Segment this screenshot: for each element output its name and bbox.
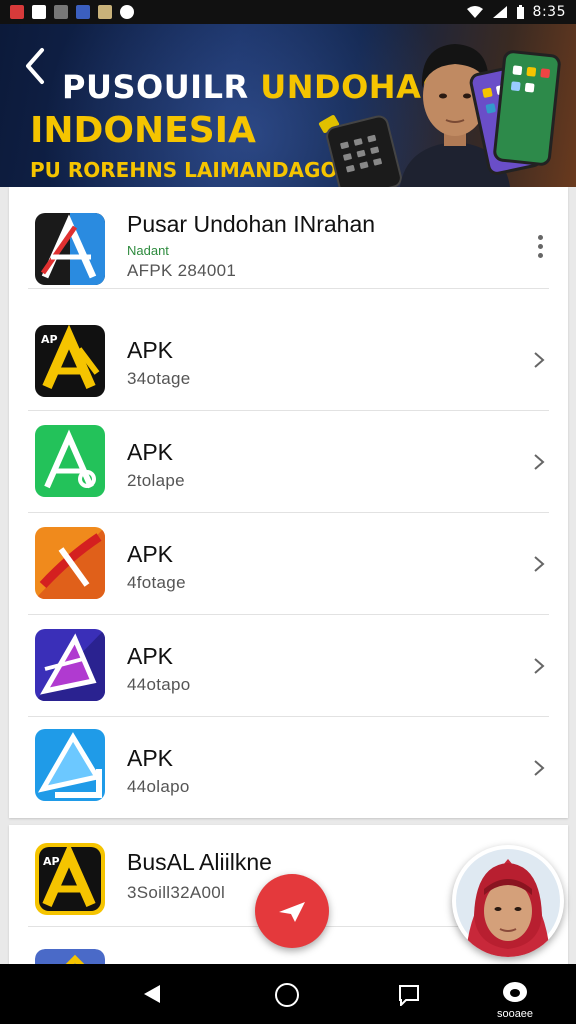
person-photo	[456, 849, 560, 957]
chevron-right-icon[interactable]	[532, 351, 546, 369]
phone-image	[492, 49, 562, 167]
app-title: APK	[127, 439, 174, 465]
app-meta: 4fotage	[127, 573, 186, 592]
list-item[interactable]: APK 2tolape	[9, 411, 568, 513]
notification-icons	[10, 5, 134, 19]
back-arrow-icon[interactable]	[20, 46, 50, 86]
list-item[interactable]: Pusar Undohan INrahan Nadant AFPK 284001	[9, 187, 568, 289]
status-time: 8:35	[532, 4, 566, 20]
app-title: APK	[127, 643, 174, 669]
list-item[interactable]: APK 44olapo	[9, 717, 568, 819]
app-meta: 34otage	[127, 369, 191, 388]
chevron-right-icon[interactable]	[532, 657, 546, 675]
mail-icon	[32, 5, 46, 19]
banner-title-part1: PUSOUILR	[62, 68, 249, 106]
nav-label: sooaee	[496, 1008, 534, 1020]
red-app-icon	[10, 5, 24, 19]
image-icon	[54, 5, 68, 19]
list-item[interactable]: APK 4fotage	[9, 513, 568, 615]
app-meta: 3Soill32A00l	[127, 883, 226, 902]
avatar[interactable]	[452, 845, 564, 957]
orange-apk-icon	[35, 527, 105, 599]
paper-plane-icon	[279, 902, 305, 922]
battery-icon	[516, 4, 524, 19]
banner-subtitle: PU ROREHNS LAIMANDAGOM	[30, 158, 358, 182]
recents-chat-icon[interactable]	[398, 984, 420, 1006]
signal-icon	[492, 6, 507, 18]
app-meta: AFPK 284001	[127, 261, 237, 280]
home-circle-icon[interactable]	[274, 982, 300, 1008]
app-list-card: Pusar Undohan INrahan Nadant AFPK 284001…	[9, 187, 568, 818]
record-icon	[120, 5, 134, 19]
calendar-icon	[98, 5, 112, 19]
app-icon	[35, 949, 105, 964]
more-options-icon[interactable]	[536, 235, 544, 261]
chevron-right-icon[interactable]	[532, 453, 546, 471]
chevron-right-icon[interactable]	[532, 555, 546, 573]
chevron-right-icon[interactable]	[532, 759, 546, 777]
app-title: APK	[127, 337, 174, 363]
svg-text:AP: AP	[43, 855, 60, 868]
share-fab-button[interactable]	[255, 874, 329, 948]
wifi-icon	[466, 6, 483, 18]
svg-text:AP: AP	[41, 333, 58, 346]
app-meta: 44otapo	[127, 675, 191, 694]
blue-apk-icon	[35, 729, 105, 801]
app-store-icon	[35, 213, 105, 285]
facebook-icon	[76, 5, 90, 19]
green-apk-icon	[35, 425, 105, 497]
back-triangle-icon[interactable]	[142, 983, 162, 1005]
purple-apk-icon	[35, 629, 105, 701]
app-meta: 44olapo	[127, 777, 190, 796]
yellow-apk-icon: AP	[35, 843, 105, 915]
app-title: Pusar Undohan INrahan	[127, 211, 376, 237]
list-item[interactable]: APK 44otapo	[9, 615, 568, 717]
yellow-apk-icon: AP	[35, 325, 105, 397]
app-title: APK	[127, 745, 174, 771]
app-title: BusAL Aliilkne	[127, 849, 272, 875]
app-publisher: Nadant	[127, 243, 169, 258]
profile-icon[interactable]	[502, 980, 528, 1004]
app-meta: 2tolape	[127, 471, 185, 490]
list-item[interactable]: AP APK 34otage	[9, 309, 568, 411]
status-bar: 8:35	[0, 0, 576, 24]
banner-title: PUSOUILR UNDOHAN	[62, 68, 449, 106]
banner-title-line2: INDONESIA	[30, 110, 256, 151]
navigation-bar: sooaee	[0, 964, 576, 1024]
app-title: APK	[127, 541, 174, 567]
header-banner: PUSOUILR UNDOHAN INDONESIA PU ROREHNS LA…	[0, 24, 576, 187]
